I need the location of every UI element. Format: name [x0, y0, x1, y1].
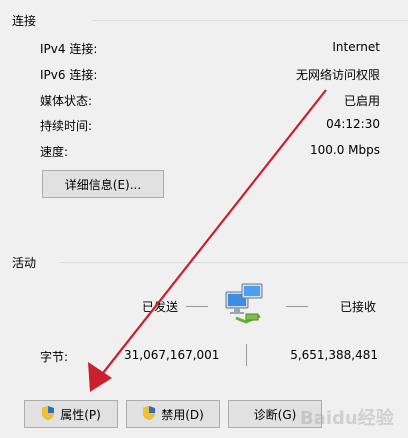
shield-icon	[41, 405, 55, 424]
disable-button[interactable]: 禁用(D)	[126, 400, 220, 428]
duration-label: 持续时间:	[40, 119, 93, 133]
watermark: Baidu经验	[300, 404, 394, 430]
watermark-text: Baidu经验	[300, 408, 394, 429]
ipv4-value: Internet	[332, 40, 380, 54]
sent-label: 已发送	[142, 300, 179, 314]
bytes-separator	[246, 344, 247, 366]
bytes-sent-value: 31,067,167,001	[124, 348, 220, 362]
speed-value: 100.0 Mbps	[309, 143, 380, 157]
duration-value: 04:12:30	[326, 117, 380, 131]
sent-line	[186, 306, 208, 307]
received-line	[286, 306, 308, 307]
media-state-value: 已启用	[343, 94, 380, 108]
diagnose-button-label: 诊断(G)	[253, 407, 297, 422]
media-state-label: 媒体状态:	[40, 94, 93, 108]
properties-button-label: 属性(P)	[60, 407, 101, 422]
received-label: 已接收	[340, 300, 377, 314]
connection-divider	[92, 20, 408, 21]
details-button-label: 详细信息(E)...	[64, 177, 142, 192]
bytes-label: 字节:	[40, 350, 69, 364]
shield-icon	[142, 405, 156, 424]
details-button[interactable]: 详细信息(E)...	[42, 170, 164, 198]
network-computers-icon	[216, 278, 268, 330]
activity-divider	[60, 262, 408, 263]
ipv6-value: 无网络访问权限	[295, 68, 380, 82]
connection-section-title: 连接	[12, 14, 37, 28]
disable-button-label: 禁用(D)	[161, 407, 204, 422]
speed-label: 速度:	[40, 145, 69, 159]
ipv4-label: IPv4 连接:	[40, 42, 98, 56]
ipv6-label: IPv6 连接:	[40, 68, 98, 82]
bytes-received-value: 5,651,388,481	[290, 348, 378, 362]
properties-button[interactable]: 属性(P)	[24, 400, 118, 428]
activity-section-title: 活动	[12, 256, 37, 270]
